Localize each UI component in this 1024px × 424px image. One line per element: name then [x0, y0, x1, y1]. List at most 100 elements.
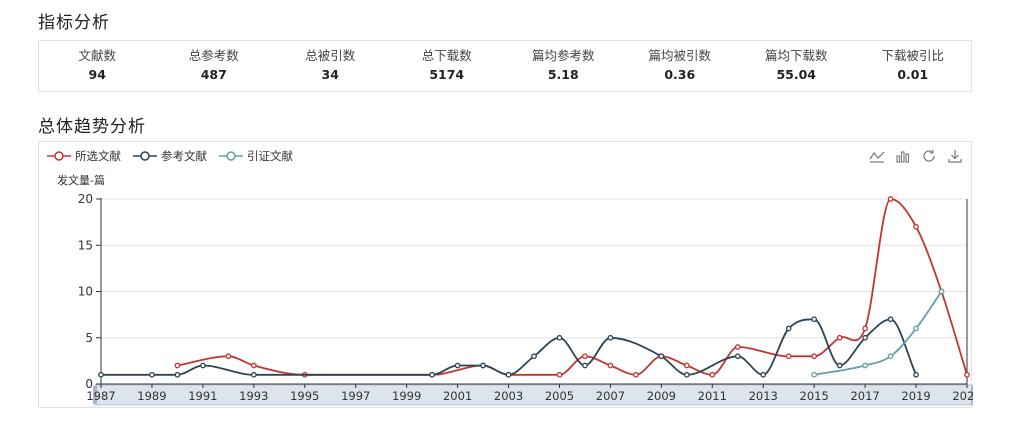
series-line [814, 290, 943, 376]
data-point[interactable] [607, 362, 614, 369]
series-line [177, 198, 968, 376]
bar-chart-icon[interactable] [895, 148, 911, 164]
x-tick-label: 1989 [137, 389, 166, 403]
data-point[interactable] [683, 362, 690, 369]
data-point[interactable] [862, 334, 868, 341]
data-point[interactable] [734, 353, 741, 360]
stat-cell: 总参考数 487 [156, 41, 273, 91]
legend-item-selected[interactable]: 所选文献 [47, 148, 121, 164]
x-tick-label: 2011 [698, 389, 727, 403]
data-zoom-slider[interactable] [94, 384, 973, 406]
y-tick-label: 5 [85, 331, 93, 345]
data-point[interactable] [862, 325, 868, 332]
stat-value: 487 [200, 67, 227, 82]
line-chart-icon[interactable] [869, 148, 885, 164]
x-tick-label: 1987 [86, 389, 115, 403]
data-point[interactable] [225, 353, 232, 360]
data-point[interactable] [913, 325, 919, 332]
x-tick-label: 2021 [952, 389, 973, 403]
data-point[interactable] [836, 334, 843, 341]
data-point[interactable] [250, 362, 257, 369]
stat-value: 0.01 [897, 67, 929, 82]
y-tick-label: 15 [78, 238, 93, 252]
stat-label: 篇均被引数 [648, 48, 711, 63]
data-point[interactable] [836, 362, 843, 369]
data-point[interactable] [480, 362, 486, 369]
stat-value: 55.04 [776, 67, 817, 82]
data-point[interactable] [964, 371, 970, 378]
stat-cell: 篇均参考数 5.18 [505, 41, 622, 91]
x-tick-label: 1991 [188, 389, 217, 403]
data-point[interactable] [98, 371, 104, 378]
data-point[interactable] [454, 362, 461, 369]
data-point[interactable] [582, 362, 588, 369]
stat-label: 总被引数 [305, 48, 356, 63]
data-point[interactable] [887, 316, 894, 323]
data-point[interactable] [811, 316, 818, 323]
x-tick-label: 2019 [901, 389, 930, 403]
legend-marker-icon [47, 151, 71, 161]
data-point[interactable] [811, 353, 818, 360]
chart-legend: 所选文献 参考文献 引证文献 [47, 148, 305, 164]
legend-marker-icon [133, 151, 157, 161]
x-tick-label: 2001 [443, 389, 472, 403]
data-point[interactable] [531, 353, 537, 360]
stat-value: 5.18 [547, 67, 579, 82]
data-point[interactable] [760, 371, 767, 378]
data-point[interactable] [887, 196, 894, 202]
stat-label: 总下载数 [421, 48, 472, 63]
data-point[interactable] [607, 334, 614, 341]
stat-value: 94 [88, 67, 106, 82]
data-point[interactable] [174, 362, 181, 369]
restore-icon[interactable] [921, 148, 937, 164]
legend-label: 引证文献 [247, 149, 293, 163]
legend-item-references[interactable]: 参考文献 [133, 148, 207, 164]
data-point[interactable] [556, 334, 563, 341]
y-tick-label: 20 [78, 192, 93, 206]
stat-value: 34 [321, 67, 339, 82]
data-point[interactable] [811, 371, 818, 378]
stat-label: 总参考数 [188, 48, 239, 63]
trend-chart: 发文量-篇 0 5 10 15 20 1987 1989 1991 1993 1995 1997 199… [38, 141, 973, 408]
data-point[interactable] [913, 223, 919, 230]
x-tick-label: 2007 [596, 389, 625, 403]
data-point[interactable] [887, 353, 894, 360]
download-icon[interactable] [947, 148, 963, 164]
data-point[interactable] [633, 371, 639, 378]
x-tick-label: 1997 [341, 389, 370, 403]
data-point[interactable] [683, 371, 690, 378]
chart-canvas: 发文量-篇051015201987 1989 1991 1993 1995 1997 199… [57, 173, 973, 406]
stat-label: 篇均参考数 [531, 48, 595, 63]
y-axis-label: 发文量-篇 [57, 173, 105, 187]
stat-label: 下载被引比 [881, 48, 944, 63]
x-tick-label: 1999 [392, 389, 421, 403]
x-tick-label: 2005 [545, 389, 574, 403]
indicator-analysis-title: 指标分析 [38, 13, 110, 33]
data-point[interactable] [658, 353, 665, 360]
stat-label: 文献数 [78, 48, 116, 63]
trend-analysis-title: 总体趋势分析 [38, 117, 146, 137]
data-point[interactable] [938, 288, 945, 295]
series-line [101, 318, 917, 376]
stat-value: 0.36 [664, 67, 696, 82]
stat-cell: 篇均被引数 0.36 [622, 41, 739, 91]
x-tick-label: 2003 [494, 389, 523, 403]
stats-panel: 文献数 94 总参考数 487 总被引数 34 总下载数 5174 篇均参考数 5.18 … [38, 40, 972, 92]
data-point[interactable] [429, 371, 435, 378]
data-point[interactable] [505, 371, 512, 378]
data-point[interactable] [734, 344, 741, 350]
data-point[interactable] [862, 362, 868, 369]
data-point[interactable] [556, 371, 563, 378]
data-point[interactable] [582, 353, 588, 360]
data-point[interactable] [785, 353, 792, 360]
legend-marker-icon [219, 151, 243, 161]
data-point[interactable] [250, 371, 257, 378]
data-point[interactable] [174, 371, 181, 378]
data-point[interactable] [200, 362, 206, 369]
stat-value: 5174 [429, 67, 465, 82]
data-point[interactable] [709, 371, 716, 378]
data-point[interactable] [913, 371, 919, 378]
data-point[interactable] [149, 371, 155, 378]
legend-item-citations[interactable]: 引证文献 [219, 148, 293, 164]
data-point[interactable] [785, 325, 792, 332]
